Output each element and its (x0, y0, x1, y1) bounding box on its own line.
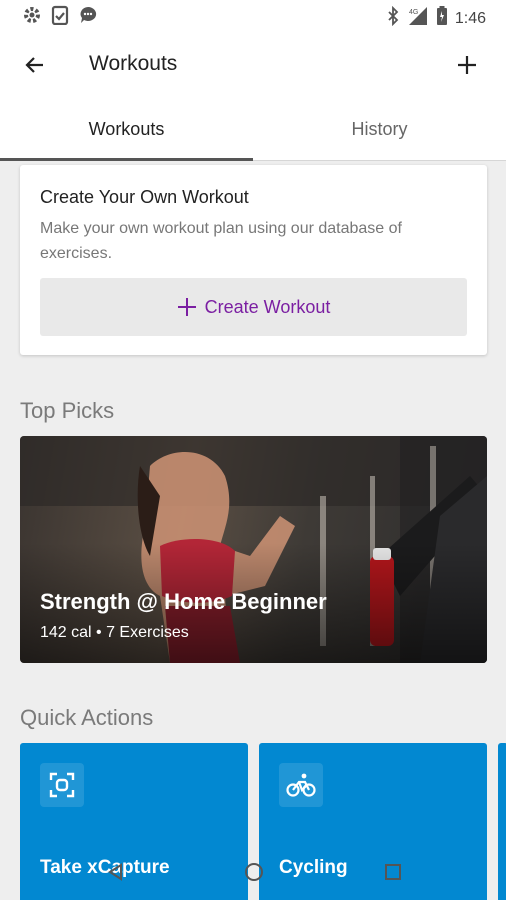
home-circle-icon[interactable] (242, 860, 266, 884)
create-card-title: Create Your Own Workout (40, 187, 249, 207)
back-triangle-icon[interactable] (104, 860, 128, 884)
app-bar: Workouts (0, 38, 506, 92)
status-bar: 4G 1:46 (0, 0, 506, 32)
system-nav-bar (0, 852, 506, 892)
chat-bubble-icon (78, 5, 98, 30)
create-card-description: Make your own workout plan using our dat… (40, 220, 402, 262)
battery-icon (436, 6, 448, 31)
create-workout-label: Create Workout (204, 296, 331, 317)
top-picks-heading: Top Picks (20, 398, 115, 423)
top-pick-card[interactable]: Strength @ Home Beginner 142 cal • 7 Exe… (20, 436, 487, 663)
tab-workouts[interactable]: Workouts (0, 104, 253, 157)
top-pick-title: Strength @ Home Beginner (40, 589, 327, 614)
header-area: 4G 1:46 Workouts Workouts History (0, 0, 506, 161)
create-workout-button[interactable]: Create Workout (40, 278, 467, 336)
recents-square-icon[interactable] (381, 860, 405, 884)
back-button[interactable] (20, 50, 50, 80)
signal-4g-icon: 4G (407, 6, 429, 31)
status-time: 1:46 (454, 9, 486, 27)
page-title: Workouts (89, 52, 178, 75)
svg-text:4G: 4G (409, 9, 418, 16)
add-button[interactable] (452, 50, 482, 80)
tab-bar: Workouts History (0, 104, 506, 161)
plus-icon (177, 298, 196, 316)
arrow-left-icon (25, 57, 43, 73)
create-workout-card: Create Your Own Workout Make your own wo… (20, 165, 487, 355)
plus-icon (458, 56, 476, 74)
clipboard-check-icon (51, 5, 69, 30)
quick-actions-heading: Quick Actions (20, 705, 154, 730)
gear-icon (22, 5, 42, 30)
scan-frame-icon (40, 763, 84, 807)
bike-icon (279, 763, 323, 807)
bluetooth-icon (386, 5, 400, 31)
top-pick-subtitle: 142 cal • 7 Exercises (40, 624, 189, 641)
tab-indicator (0, 158, 253, 161)
tab-history[interactable]: History (253, 104, 506, 157)
